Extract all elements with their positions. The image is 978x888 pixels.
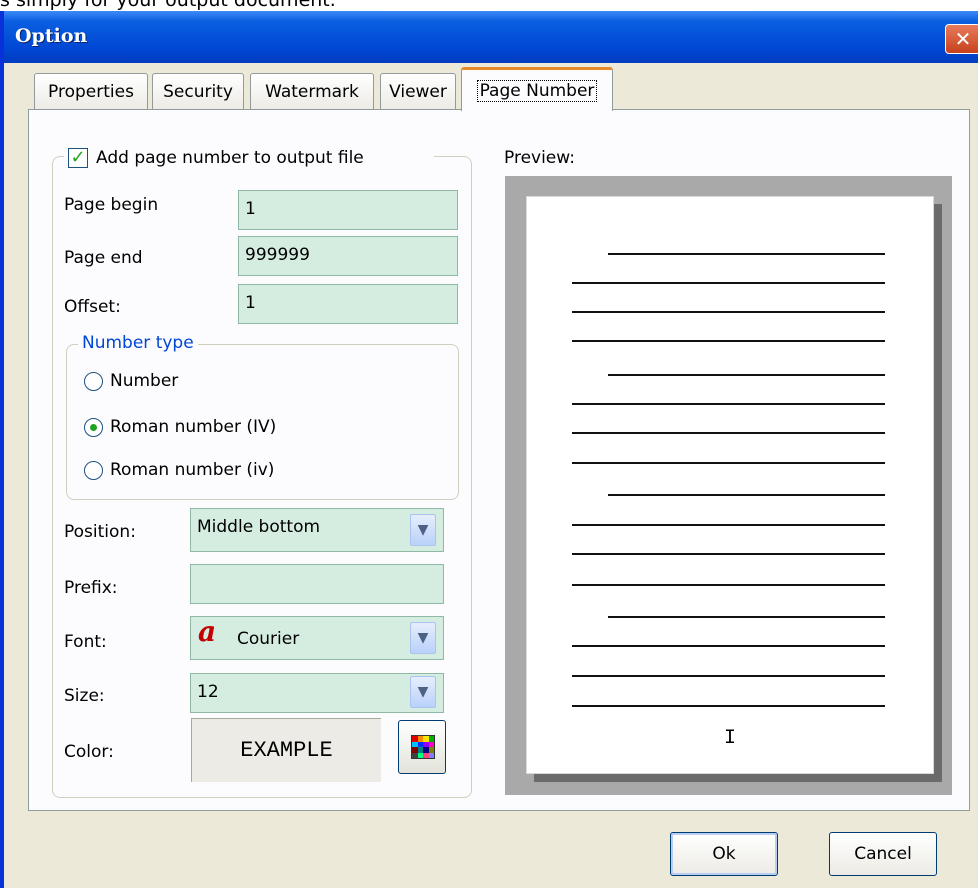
preview-line <box>572 675 885 677</box>
size-select[interactable]: 12 <box>190 673 444 713</box>
color-label: Color: <box>64 742 114 762</box>
font-label: Font: <box>64 632 107 652</box>
chevron-down-icon: ▼ <box>417 630 429 646</box>
preview-label: Preview: <box>504 148 575 168</box>
title-bar[interactable]: Option ✕ <box>4 11 978 63</box>
radio-roman-lower-label: Roman number (iv) <box>110 460 275 480</box>
preview-line <box>608 253 885 255</box>
prefix-input[interactable] <box>190 564 444 604</box>
add-page-number-label: Add page number to output file <box>96 148 364 168</box>
close-button[interactable]: ✕ <box>945 24 978 54</box>
tab-viewer[interactable]: Viewer <box>380 73 456 109</box>
preview-line <box>572 403 885 405</box>
preview-line <box>572 524 885 526</box>
page-begin-input[interactable]: 1 <box>238 190 458 230</box>
preview-line <box>572 340 885 342</box>
preview-line <box>572 432 885 434</box>
position-value: Middle bottom <box>197 517 321 537</box>
font-select[interactable]: Courier <box>190 616 444 660</box>
preview-line <box>572 705 885 707</box>
offset-label: Offset: <box>64 297 121 317</box>
chevron-down-icon: ▼ <box>417 684 429 700</box>
tab-properties[interactable]: Properties <box>34 73 148 109</box>
page-end-label: Page end <box>64 248 143 268</box>
tab-page-number[interactable]: Page Number <box>461 67 613 111</box>
position-dropdown-button[interactable]: ▼ <box>410 514 436 546</box>
page-end-input[interactable]: 999999 <box>238 236 458 276</box>
position-select[interactable]: Middle bottom <box>190 508 444 552</box>
preview-line <box>572 553 885 555</box>
number-type-title: Number type <box>78 333 198 353</box>
preview-line <box>608 374 885 376</box>
preview-line <box>572 311 885 313</box>
font-dropdown-button[interactable]: ▼ <box>410 622 436 654</box>
color-example: EXAMPLE <box>191 718 381 782</box>
preview-line <box>572 584 885 586</box>
size-value: 12 <box>197 682 219 702</box>
window-title: Option <box>15 25 88 47</box>
add-page-number-checkbox[interactable]: ✓ <box>68 148 88 168</box>
tab-watermark[interactable]: Watermark <box>250 73 374 109</box>
background-caption: s simply for your output document. <box>0 0 336 11</box>
preview-line <box>572 645 885 647</box>
radio-number[interactable] <box>84 372 103 391</box>
size-label: Size: <box>64 686 105 706</box>
prefix-label: Prefix: <box>64 578 118 598</box>
radio-number-label: Number <box>110 371 179 391</box>
chevron-down-icon: ▼ <box>417 522 429 538</box>
radio-roman-upper-label: Roman number (IV) <box>110 417 277 437</box>
check-icon: ✓ <box>70 147 86 168</box>
cancel-button[interactable]: Cancel <box>829 832 937 876</box>
color-picker-button[interactable] <box>398 720 446 774</box>
font-value: Courier <box>237 629 300 649</box>
tab-security[interactable]: Security <box>152 73 244 109</box>
page-begin-label: Page begin <box>64 195 159 215</box>
color-palette-icon <box>411 735 435 759</box>
radio-roman-lower[interactable] <box>84 461 103 480</box>
close-icon: ✕ <box>954 27 972 51</box>
position-label: Position: <box>64 522 136 542</box>
preview-line <box>572 462 885 464</box>
preview-line <box>572 282 885 284</box>
offset-input[interactable]: 1 <box>238 284 458 324</box>
preview-line <box>608 616 885 618</box>
font-icon: a <box>198 615 217 648</box>
ok-button[interactable]: Ok <box>670 832 778 876</box>
size-dropdown-button[interactable]: ▼ <box>410 676 436 708</box>
radio-roman-upper[interactable] <box>84 418 103 437</box>
preview-page-number: I <box>724 727 737 750</box>
preview-line <box>608 494 885 496</box>
